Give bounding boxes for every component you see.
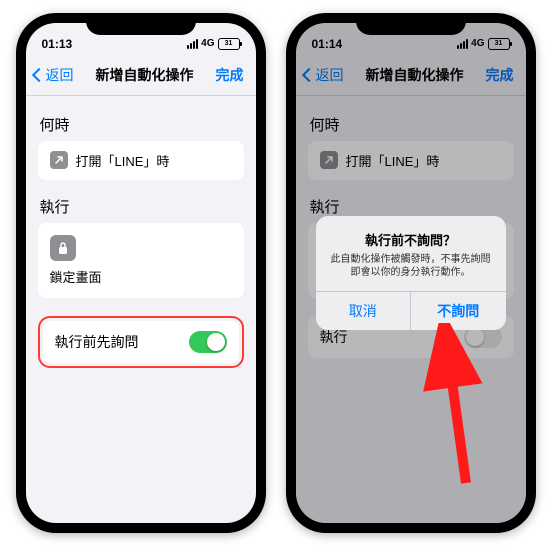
status-time: 01:13 (42, 37, 73, 51)
notch (356, 13, 466, 35)
when-text: 打開「LINE」時 (76, 151, 170, 170)
alert-body: 執行前不詢問？ 此自動化操作被觸發時，不事先詢問即會以你的身分執行動作。 (316, 216, 506, 291)
phone-left: 01:13 4G 31 返回 新增自動化操作 完成 何時 打開「LINE」時 (16, 13, 266, 533)
content-area: 何時 打開「LINE」時 執行 鎖定畫面 執行前先詢問 (26, 96, 256, 378)
notch (86, 13, 196, 35)
network-label: 4G (201, 38, 214, 49)
section-do-title: 執行 (40, 196, 242, 217)
ask-before-row[interactable]: 執行前先詢問 (43, 321, 239, 363)
action-label: 鎖定畫面 (50, 267, 102, 286)
alert-message: 此自動化操作被觸發時，不事先詢問即會以你的身分執行動作。 (328, 253, 494, 279)
screen-left: 01:13 4G 31 返回 新增自動化操作 完成 何時 打開「LINE」時 (26, 23, 256, 523)
action-card[interactable]: 鎖定畫面 (38, 223, 244, 298)
alert-title: 執行前不詢問？ (328, 230, 494, 249)
app-open-icon (50, 151, 68, 169)
section-when-title: 何時 (40, 114, 242, 135)
when-card[interactable]: 打開「LINE」時 (38, 141, 244, 180)
status-right: 4G 31 (187, 38, 239, 50)
battery-icon: 31 (218, 38, 240, 50)
lock-icon (50, 235, 76, 261)
alert-buttons: 取消 不詢問 (316, 291, 506, 330)
phone-right: 01:14 4G 31 返回 新增自動化操作 完成 何時 打開「LINE」時 (286, 13, 536, 533)
signal-icon (187, 39, 198, 49)
alert-dialog: 執行前不詢問？ 此自動化操作被觸發時，不事先詢問即會以你的身分執行動作。 取消 … (316, 216, 506, 330)
done-button[interactable]: 完成 (216, 65, 244, 85)
screen-right: 01:14 4G 31 返回 新增自動化操作 完成 何時 打開「LINE」時 (296, 23, 526, 523)
highlight-ring: 執行前先詢問 (38, 316, 244, 368)
back-button[interactable]: 返回 (34, 65, 74, 85)
nav-title: 新增自動化操作 (96, 65, 194, 85)
back-label: 返回 (46, 65, 74, 85)
modal-overlay: 執行前不詢問？ 此自動化操作被觸發時，不事先詢問即會以你的身分執行動作。 取消 … (296, 23, 526, 523)
alert-confirm-button[interactable]: 不詢問 (411, 292, 506, 330)
alert-cancel-button[interactable]: 取消 (316, 292, 412, 330)
nav-bar: 返回 新增自動化操作 完成 (26, 59, 256, 96)
ask-before-label: 執行前先詢問 (55, 332, 139, 352)
ask-before-toggle[interactable] (189, 331, 227, 353)
chevron-left-icon (31, 67, 45, 81)
